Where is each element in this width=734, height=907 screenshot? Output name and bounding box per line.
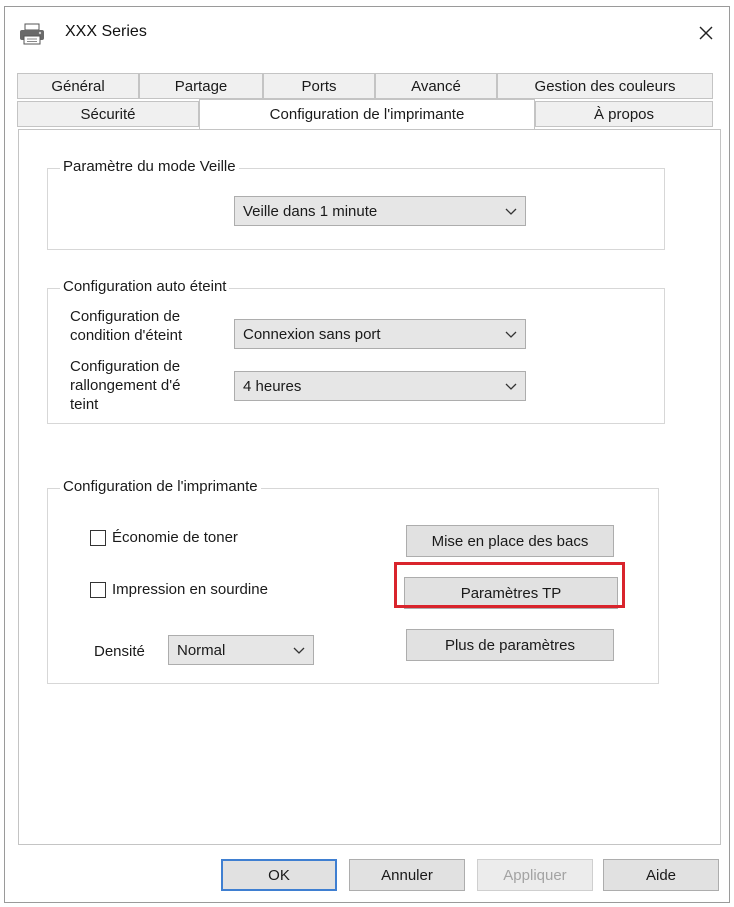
sleep-mode-value: Veille dans 1 minute	[243, 202, 378, 220]
extension-label-line3: teint	[70, 396, 99, 413]
tray-setup-button[interactable]: Mise en place des bacs	[406, 525, 614, 557]
tab-advanced[interactable]: Avancé	[375, 73, 497, 99]
tab-ports[interactable]: Ports	[263, 73, 375, 99]
printer-configuration-legend: Configuration de l'imprimante	[60, 478, 261, 495]
toner-saving-checkbox[interactable]: Économie de toner	[90, 529, 238, 546]
tab-panel: Paramètre du mode Veille Veille dans 1 m…	[18, 129, 721, 845]
tp-settings-button[interactable]: Paramètres TP	[404, 577, 618, 609]
checkbox-box[interactable]	[90, 529, 106, 546]
sleep-mode-group: Paramètre du mode Veille Veille dans 1 m…	[47, 158, 665, 250]
density-value: Normal	[177, 641, 226, 659]
title-bar: XXX Series	[5, 7, 729, 59]
close-icon	[699, 26, 713, 40]
checkbox-box[interactable]	[90, 581, 106, 598]
printer-properties-dialog: XXX Series Général Partage Ports Avancé …	[4, 6, 730, 903]
chevron-down-icon	[293, 647, 305, 654]
condition-label-line2: condition d'éteint	[70, 327, 183, 344]
more-settings-button[interactable]: Plus de paramètres	[406, 629, 614, 661]
apply-button: Appliquer	[477, 859, 593, 891]
extension-label-line2: rallongement d'é	[70, 377, 181, 394]
tab-color-management[interactable]: Gestion des couleurs	[497, 73, 713, 99]
close-button[interactable]	[689, 17, 723, 49]
tab-general[interactable]: Général	[17, 73, 139, 99]
sleep-mode-legend: Paramètre du mode Veille	[60, 158, 239, 175]
tab-security[interactable]: Sécurité	[17, 101, 199, 127]
extension-label-line1: Configuration de	[70, 358, 181, 375]
tab-printer-configuration[interactable]: Configuration de l'imprimante	[199, 99, 535, 129]
condition-label-line1: Configuration de	[70, 308, 181, 325]
toner-saving-label: Économie de toner	[112, 529, 238, 546]
auto-off-group: Configuration auto éteint Configuration …	[47, 278, 665, 424]
off-extension-value: 4 heures	[243, 377, 302, 395]
off-condition-value: Connexion sans port	[243, 325, 381, 343]
sleep-mode-select[interactable]: Veille dans 1 minute	[234, 196, 526, 226]
auto-off-legend: Configuration auto éteint	[60, 278, 230, 295]
tab-sharing[interactable]: Partage	[139, 73, 263, 99]
chevron-down-icon	[505, 208, 517, 215]
off-extension-select[interactable]: 4 heures	[234, 371, 526, 401]
density-label: Densité	[94, 643, 145, 660]
help-button[interactable]: Aide	[603, 859, 719, 891]
cancel-button[interactable]: Annuler	[349, 859, 465, 891]
ok-button[interactable]: OK	[221, 859, 337, 891]
off-condition-select[interactable]: Connexion sans port	[234, 319, 526, 349]
quiet-printing-label: Impression en sourdine	[112, 581, 268, 598]
printer-configuration-group: Configuration de l'imprimante Économie d…	[47, 478, 659, 684]
tab-about[interactable]: À propos	[535, 101, 713, 127]
chevron-down-icon	[505, 383, 517, 390]
window-title: XXX Series	[65, 23, 147, 40]
density-select[interactable]: Normal	[168, 635, 314, 665]
quiet-printing-checkbox[interactable]: Impression en sourdine	[90, 581, 268, 598]
chevron-down-icon	[505, 331, 517, 338]
printer-icon	[19, 23, 45, 45]
